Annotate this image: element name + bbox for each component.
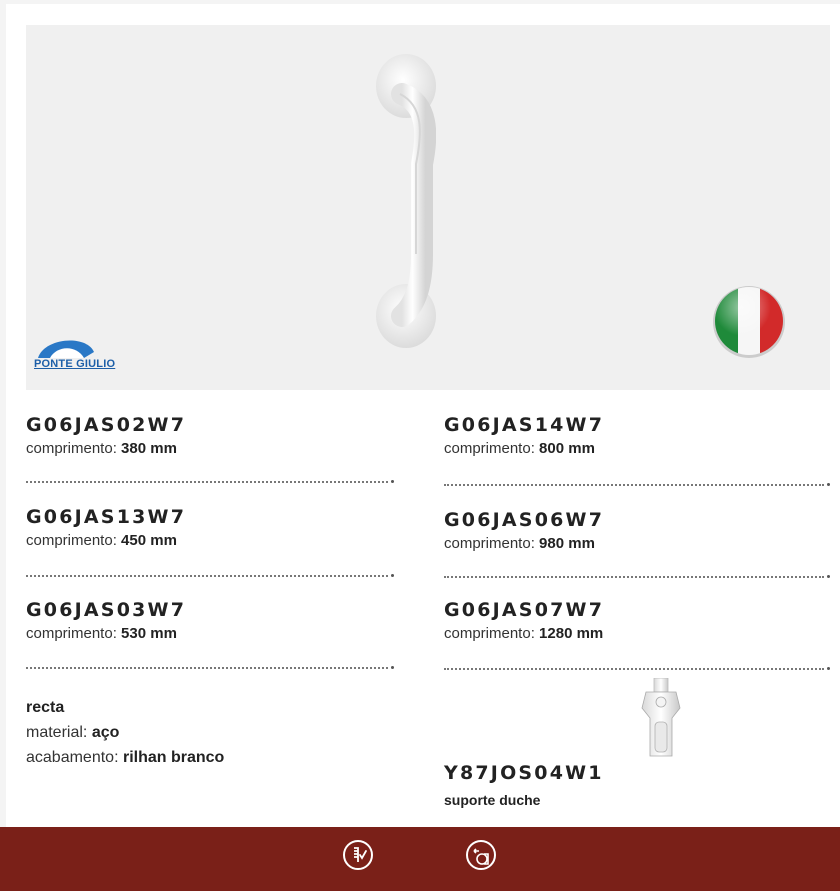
spec-value: 1280 mm: [539, 625, 604, 642]
logo-arc-icon: [38, 340, 94, 358]
finish-value: rilhan branco: [122, 749, 225, 766]
product-spec: comprimento: 800 mm: [444, 439, 604, 459]
italy-flag-icon: [713, 286, 785, 358]
shower-support-image: [641, 678, 681, 757]
divider: [444, 483, 830, 486]
product-code: G06JAS03W7: [26, 599, 187, 621]
divider: [444, 575, 830, 578]
product-item: G06JAS02W7 comprimento: 380 mm: [26, 413, 186, 459]
product-type: recta: [26, 699, 65, 716]
divider: [26, 666, 394, 669]
material-value: aço: [91, 724, 120, 741]
product-item: G06JAS06W7 comprimento: 980 mm: [444, 508, 604, 554]
divider: [444, 667, 830, 670]
product-spec: comprimento: 1280 mm: [444, 624, 604, 644]
spec-label: comprimento:: [26, 625, 117, 642]
spec-label: comprimento:: [26, 440, 117, 457]
material-row: material: aço: [26, 720, 224, 745]
spec-value: 800 mm: [539, 440, 595, 457]
spec-label: comprimento:: [444, 440, 535, 457]
spec-value: 380 mm: [121, 440, 177, 457]
finish-row: acabamento: rilhan branco: [26, 745, 224, 770]
product-code: G06JAS14W7: [444, 414, 605, 436]
spec-value: 450 mm: [121, 532, 177, 549]
accessory-code: Y87JOS04W1: [444, 762, 604, 784]
finish-label: acabamento:: [26, 749, 119, 766]
footer-bar: [0, 827, 840, 891]
spec-value: 530 mm: [121, 625, 177, 642]
divider: [26, 480, 394, 483]
logo-text: PONTE GIULIO: [34, 358, 116, 370]
divider: [26, 574, 394, 577]
product-item: G06JAS07W7 comprimento: 1280 mm: [444, 598, 604, 644]
spec-value: 980 mm: [539, 535, 595, 552]
product-code: G06JAS06W7: [444, 509, 605, 531]
product-description: recta material: aço acabamento: rilhan b…: [26, 695, 224, 770]
wall-mount-rotation-icon: [466, 840, 496, 870]
accessory-label: suporte duche: [444, 792, 541, 808]
product-spec: comprimento: 450 mm: [26, 531, 186, 551]
product-code: G06JAS07W7: [444, 599, 605, 621]
product-item: G06JAS03W7 comprimento: 530 mm: [26, 598, 186, 644]
product-code: G06JAS13W7: [26, 506, 187, 528]
screw-fixing-icon: [343, 840, 373, 870]
spec-label: comprimento:: [444, 625, 535, 642]
product-spec: comprimento: 530 mm: [26, 624, 186, 644]
material-label: material:: [26, 724, 88, 741]
product-item: G06JAS13W7 comprimento: 450 mm: [26, 505, 186, 551]
ponte-giulio-logo: PONTE GIULIO: [34, 334, 154, 378]
product-item: G06JAS14W7 comprimento: 800 mm: [444, 413, 604, 459]
grab-bar-image: [376, 54, 436, 348]
spec-label: comprimento:: [26, 532, 117, 549]
product-code: G06JAS02W7: [26, 414, 187, 436]
product-spec: comprimento: 380 mm: [26, 439, 186, 459]
spec-label: comprimento:: [444, 535, 535, 552]
product-spec: comprimento: 980 mm: [444, 534, 604, 554]
